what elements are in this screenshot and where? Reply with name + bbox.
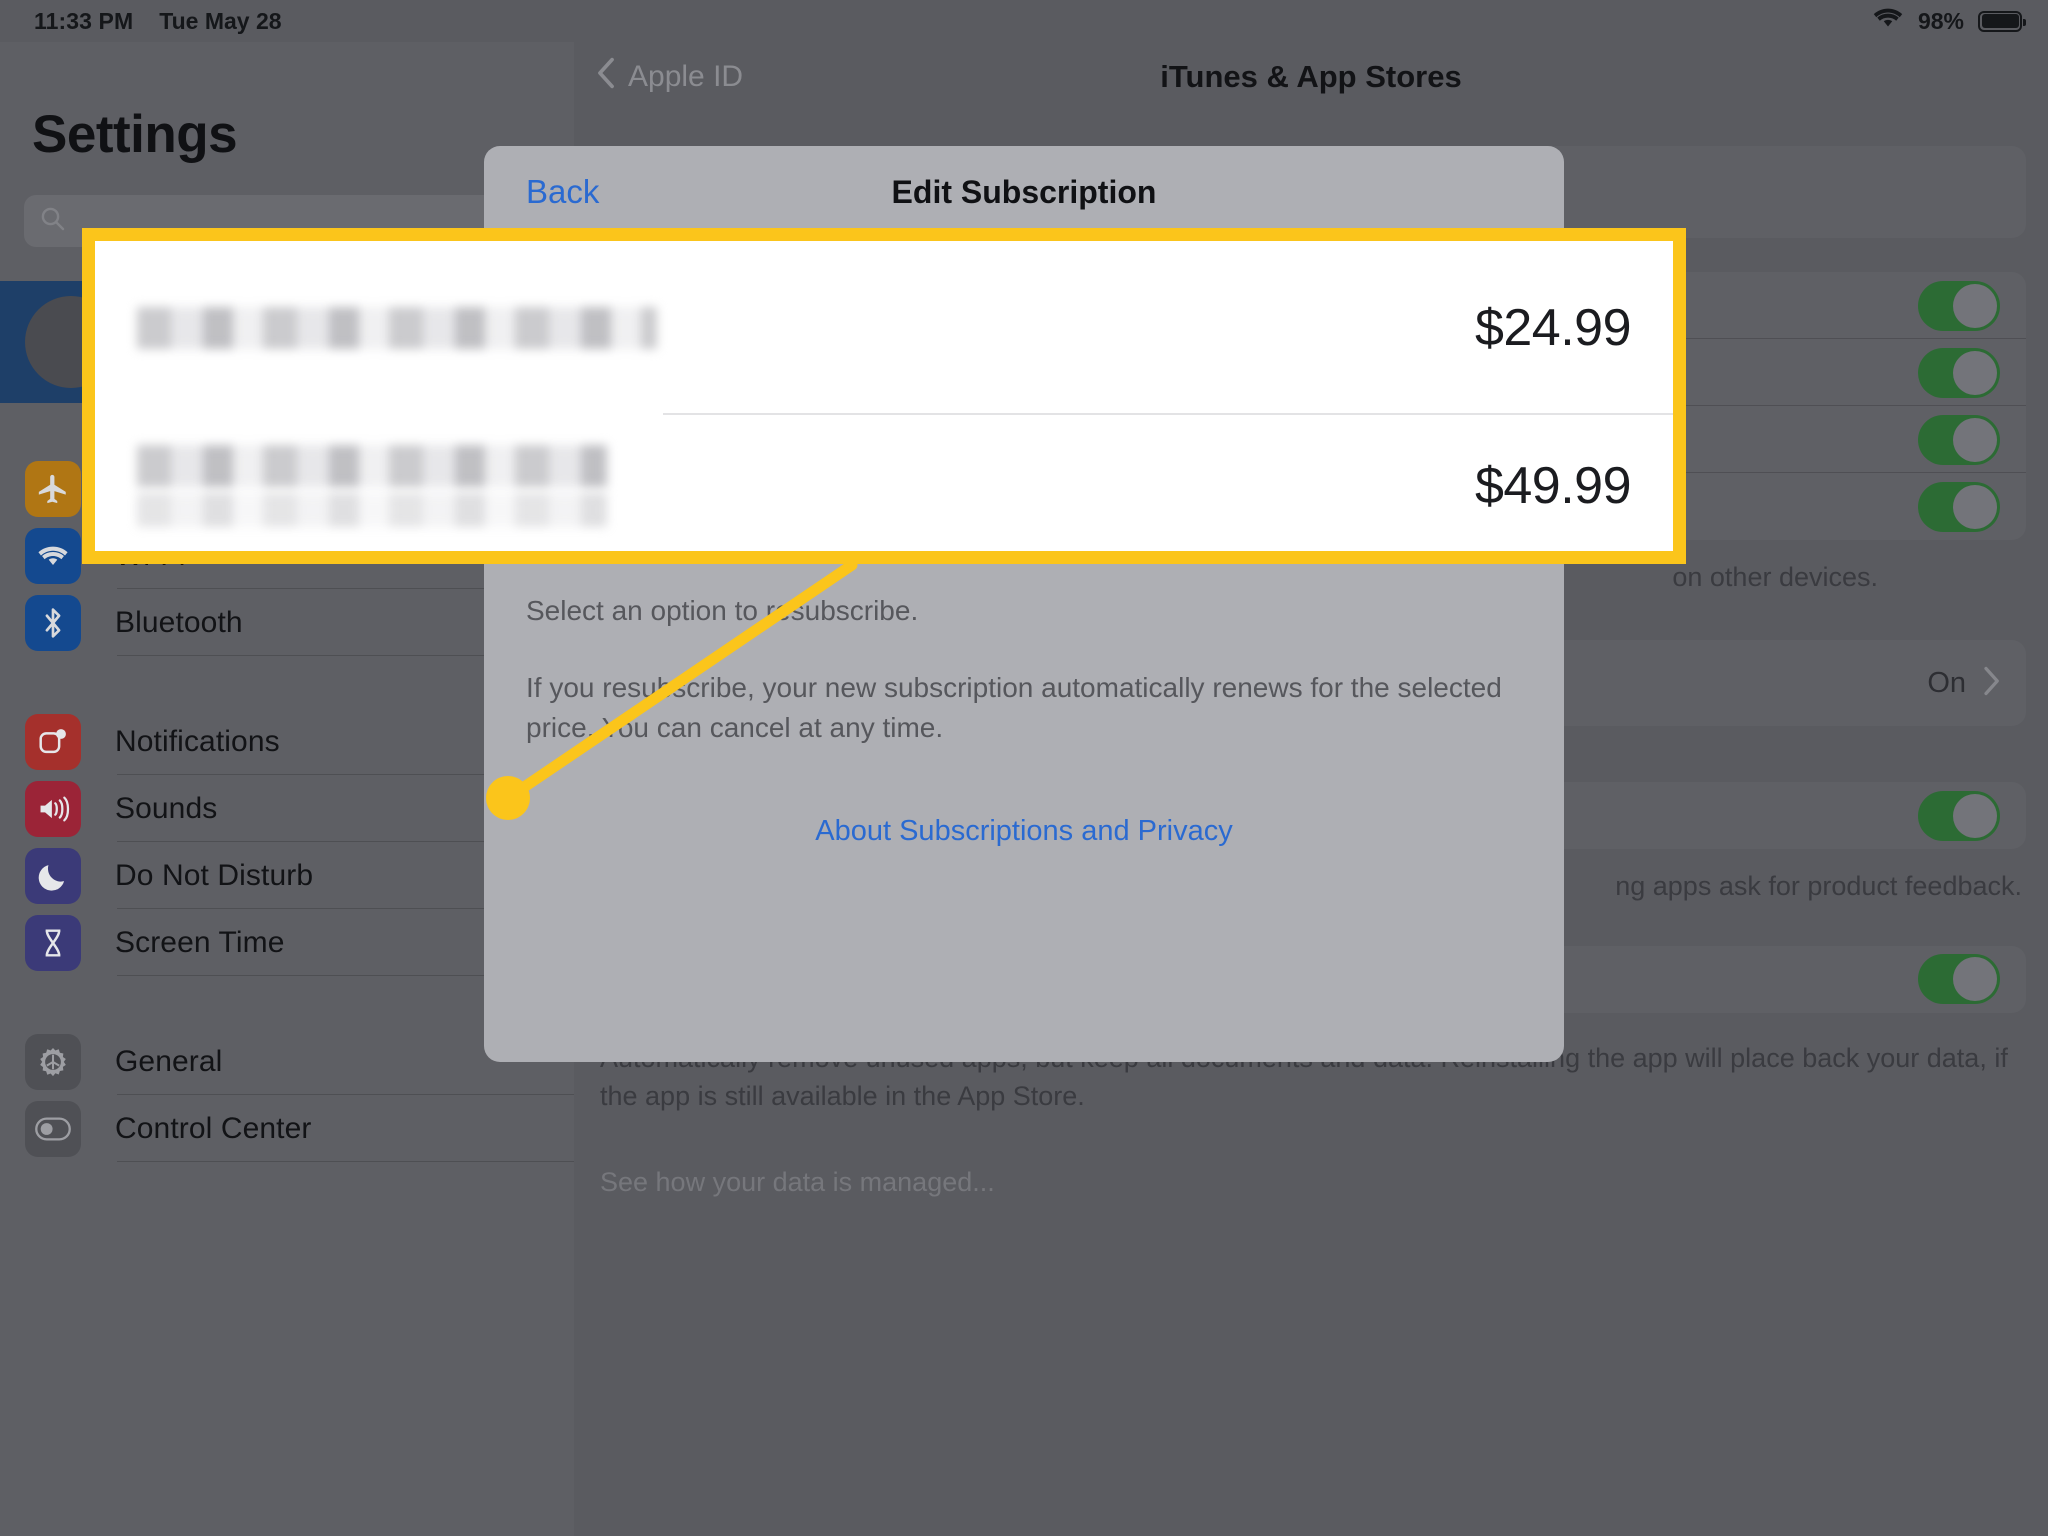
callout-option-name-redacted	[137, 307, 657, 349]
sidebar-item-label: Sounds	[115, 791, 218, 825]
callout-option-row: $49.99	[95, 413, 1673, 551]
callout-option-price: $49.99	[1474, 457, 1632, 515]
wifi-icon	[1872, 6, 1904, 36]
callout-option-row: $24.99	[95, 255, 1673, 401]
moon-icon	[25, 847, 81, 904]
zoom-callout-box: $24.99 $49.99	[82, 228, 1686, 564]
sidebar-item-label: Notifications	[115, 724, 280, 758]
modal-title: Edit Subscription	[891, 173, 1157, 210]
search-icon	[40, 206, 66, 237]
ipad-settings-screen: Settings Airpla	[0, 0, 2048, 1536]
toggle-switch[interactable]	[1918, 280, 2000, 331]
sidebar-item-label: Do Not Disturb	[115, 858, 314, 892]
detail-title: iTunes & App Stores	[1160, 59, 1462, 94]
sidebar-item-label: Control Center	[115, 1111, 312, 1145]
back-button-apple-id[interactable]: Apple ID	[596, 56, 743, 98]
modal-header: Back Edit Subscription	[484, 146, 1564, 238]
toggle-switch[interactable]	[1918, 347, 2000, 398]
sidebar-item-label: Screen Time	[115, 925, 285, 959]
toggle-switch[interactable]	[1918, 481, 2000, 532]
callout-option-name-redacted-line2	[137, 493, 607, 527]
row-divider	[117, 1161, 574, 1162]
toggle-switch[interactable]	[1918, 790, 2000, 841]
sidebar-item-control-center[interactable]: Control Center	[0, 1095, 574, 1162]
status-bar: 11:33 PM Tue May 28 98%	[0, 0, 2048, 42]
back-button-label: Apple ID	[628, 60, 744, 93]
note-data-managed: See how your data is managed...	[600, 1167, 995, 1198]
airplane-icon	[25, 460, 81, 517]
notifications-icon	[25, 713, 81, 770]
callout-option-name-redacted	[137, 445, 607, 487]
hourglass-icon	[25, 914, 81, 971]
disclaimer-text: If you resubscribe, your new subscriptio…	[526, 671, 1502, 744]
sidebar-item-label: Bluetooth	[115, 605, 243, 639]
status-time: 11:33 PM	[34, 7, 134, 34]
chevron-right-icon	[1982, 666, 2000, 701]
navigation-bar: Apple ID iTunes & App Stores	[574, 42, 2048, 112]
sidebar-item-label: General	[115, 1044, 223, 1078]
row-value: On	[1927, 666, 1966, 699]
toggle-switch[interactable]	[1918, 954, 2000, 1005]
status-right-cluster: 98%	[1872, 6, 2026, 36]
sounds-icon	[25, 780, 81, 837]
battery-full-icon	[1978, 10, 2026, 32]
gear-icon	[25, 1033, 81, 1090]
about-subscriptions-privacy-link[interactable]: About Subscriptions and Privacy	[484, 749, 1564, 848]
status-date: Tue May 28	[159, 7, 282, 34]
bluetooth-icon	[25, 594, 81, 651]
modal-back-button[interactable]: Back	[526, 173, 599, 211]
toggle-icon	[25, 1100, 81, 1157]
chevron-left-icon	[596, 56, 616, 98]
toggle-switch[interactable]	[1918, 414, 2000, 465]
battery-percent: 98%	[1917, 7, 1964, 34]
wifi-icon	[25, 527, 81, 584]
callout-option-price: $24.99	[1474, 299, 1632, 357]
